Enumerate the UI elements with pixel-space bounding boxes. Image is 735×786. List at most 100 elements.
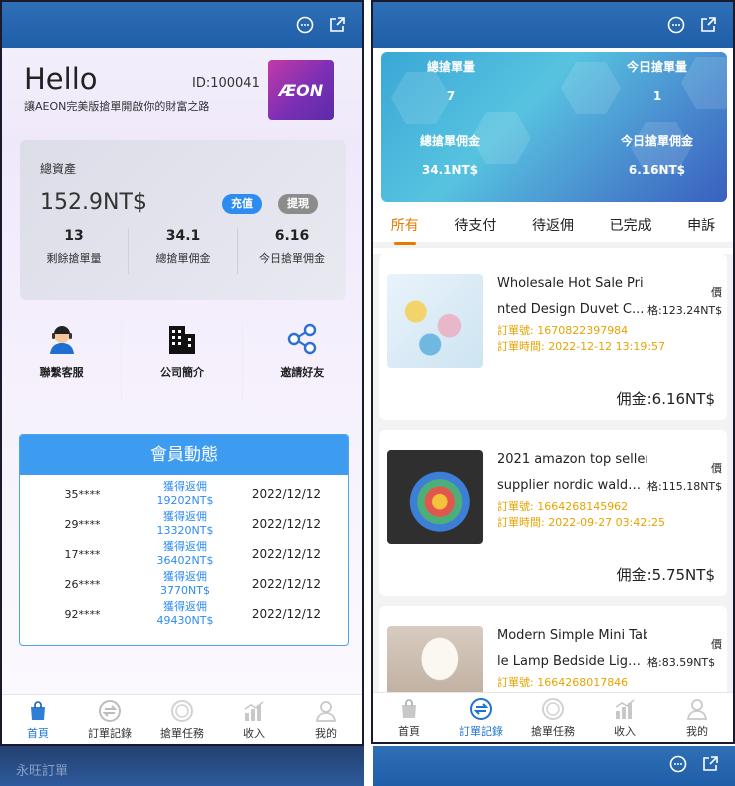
- banner-label: 總搶單佣金: [419, 134, 480, 148]
- home-screen: Hello 讓AEON完美版搶單開啟你的財富之路 ID:100041 ÆON 總…: [0, 0, 364, 746]
- customer-service-icon: [45, 322, 79, 356]
- banner-value: 7: [446, 89, 456, 103]
- tab-home[interactable]: 首頁: [373, 693, 445, 742]
- product-image: [387, 626, 483, 692]
- banner-today-orders: 今日搶單量 1: [617, 58, 697, 103]
- tab-label: 我的: [686, 724, 708, 738]
- tab-tasks[interactable]: 搶單任務: [146, 695, 218, 744]
- reward-action: 獲得返佣: [163, 540, 207, 553]
- company-intro-link[interactable]: 公司簡介: [122, 322, 243, 402]
- external-link-icon[interactable]: [328, 16, 346, 34]
- tab-income[interactable]: 收入: [218, 695, 290, 744]
- tab-home[interactable]: 首頁: [2, 695, 74, 744]
- product-price: 格:115.18NT$: [647, 480, 723, 493]
- external-link-icon[interactable]: [699, 16, 717, 34]
- banner-label: 今日搶單佣金: [620, 134, 693, 148]
- member-reward: 獲得返佣 36402NT$: [145, 540, 225, 568]
- tab-label: 我的: [315, 726, 337, 740]
- reward-action: 獲得返佣: [163, 480, 207, 493]
- tab-label: 首頁: [27, 726, 49, 740]
- banner-value: 6.16NT$: [628, 163, 686, 177]
- asset-label: 總資產: [40, 162, 77, 176]
- list-item: 26**** 獲得返佣 3770NT$ 2022/12/12: [20, 569, 348, 599]
- chat-icon[interactable]: [667, 16, 685, 34]
- order-number: 訂單號: 1670822397984: [497, 324, 629, 337]
- stat-today-commission: 6.16 今日搶單佣金: [238, 228, 346, 274]
- asset-stats: 13 剩餘搶單量 34.1 總搶單佣金 6.16 今日搶單佣金: [20, 228, 346, 274]
- chart-icon: [242, 699, 266, 723]
- order-number: 訂單號: 1664268145962: [497, 500, 629, 513]
- coin-icon: [170, 699, 194, 723]
- tab-label: 首頁: [398, 724, 420, 738]
- list-item: 17**** 獲得返佣 36402NT$ 2022/12/12: [20, 539, 348, 569]
- member-reward: 獲得返佣 19202NT$: [145, 480, 225, 508]
- order-card[interactable]: Wholesale Hot Sale Pri nted Design Duvet…: [379, 254, 727, 420]
- slogan: 讓AEON完美版搶單開啟你的財富之路: [24, 100, 210, 113]
- tab-orders[interactable]: 訂單記錄: [445, 693, 517, 742]
- member-reward: 獲得返佣 13320NT$: [145, 510, 225, 538]
- withdraw-button[interactable]: 提現: [278, 194, 318, 214]
- tab-income[interactable]: 收入: [589, 693, 661, 742]
- logo-text: ÆON: [278, 80, 324, 100]
- member-user: 17****: [64, 547, 101, 561]
- tab-profile[interactable]: 我的: [661, 693, 733, 742]
- tab-profile[interactable]: 我的: [290, 695, 362, 744]
- tab-label: 搶單任務: [531, 724, 575, 738]
- member-activity: 會員動態 35**** 獲得返佣 19202NT$ 2022/12/12 29**…: [19, 434, 349, 646]
- order-card[interactable]: Modern Simple Mini Tab le Lamp Bedside L…: [379, 606, 727, 692]
- product-title-cont: le Lamp Bedside Ligh...: [497, 654, 645, 669]
- product-title-cont: supplier nordic waldo...: [497, 478, 645, 493]
- order-card[interactable]: 2021 amazon top seller supplier nordic w…: [379, 430, 727, 596]
- member-user: 29****: [64, 517, 101, 531]
- app-title: 永旺訂單: [16, 764, 69, 779]
- bottom-tab-bar: 首頁 訂單記錄 搶單任務 收入 我的: [2, 694, 362, 744]
- list-item: 29**** 獲得返佣 13320NT$ 2022/12/12: [20, 509, 348, 539]
- stat-value: 6.16: [274, 228, 310, 244]
- tab-label: 收入: [614, 724, 636, 738]
- user-id: ID:100041: [192, 76, 260, 91]
- deposit-button[interactable]: 充值: [222, 194, 262, 214]
- customer-service-link[interactable]: 聯繫客服: [2, 322, 123, 402]
- member-user: 35****: [64, 487, 101, 501]
- home-body: 總資產 152.9NT$ 充值 提現 13 剩餘搶單量 34.1 總搶單佣金 6…: [2, 136, 362, 694]
- product-title: Wholesale Hot Sale Pri: [497, 276, 644, 291]
- user-icon: [685, 697, 709, 721]
- filter-appeal[interactable]: 申訴: [683, 215, 719, 235]
- banner-label: 今日搶單量: [626, 60, 687, 74]
- member-date: 2022/12/12: [251, 577, 322, 591]
- top-bar: [2, 2, 362, 48]
- chat-icon[interactable]: [669, 755, 687, 777]
- exchange-icon: [98, 699, 122, 723]
- tab-label: 收入: [243, 726, 265, 740]
- order-commission: 佣金:5.75NT$: [616, 566, 715, 584]
- exchange-icon: [469, 697, 493, 721]
- filter-pending-rebate[interactable]: 待返佣: [528, 215, 578, 235]
- quick-link-label: 邀請好友: [280, 366, 325, 379]
- member-date: 2022/12/12: [251, 547, 322, 561]
- stat-label: 總搶單佣金: [155, 252, 211, 265]
- price-prefix: 價: [711, 286, 722, 299]
- filter-all[interactable]: 所有: [387, 215, 423, 245]
- filter-pending-payment[interactable]: 待支付: [450, 215, 500, 235]
- invite-friends-link[interactable]: 邀請好友: [243, 322, 362, 402]
- member-reward: 獲得返佣 3770NT$: [145, 570, 225, 598]
- greeting: Hello: [24, 62, 98, 96]
- tab-tasks[interactable]: 搶單任務: [517, 693, 589, 742]
- list-item: 35**** 獲得返佣 19202NT$ 2022/12/12: [20, 479, 348, 509]
- stat-value: 34.1: [165, 228, 201, 244]
- order-number: 訂單號: 1664268017846: [497, 676, 629, 689]
- price-prefix: 價: [711, 638, 722, 651]
- reward-amount: 49430NT$: [156, 614, 214, 627]
- reward-action: 獲得返佣: [163, 600, 207, 613]
- tab-orders[interactable]: 訂單記錄: [74, 695, 146, 744]
- member-date: 2022/12/12: [251, 607, 322, 621]
- filter-completed[interactable]: 已完成: [606, 215, 656, 235]
- reward-action: 獲得返佣: [163, 570, 207, 583]
- chat-icon[interactable]: [296, 16, 314, 34]
- user-icon: [314, 699, 338, 723]
- orders-screen: 總搶單量 7 今日搶單量 1 總搶單佣金 34.1NT$ 今日搶單佣金 6.16…: [371, 0, 735, 744]
- external-link-icon[interactable]: [701, 755, 719, 777]
- member-date: 2022/12/12: [251, 517, 322, 531]
- product-title: 2021 amazon top seller: [497, 452, 647, 467]
- order-filter-tabs: 所有 待支付 待返佣 已完成 申訴: [373, 208, 733, 248]
